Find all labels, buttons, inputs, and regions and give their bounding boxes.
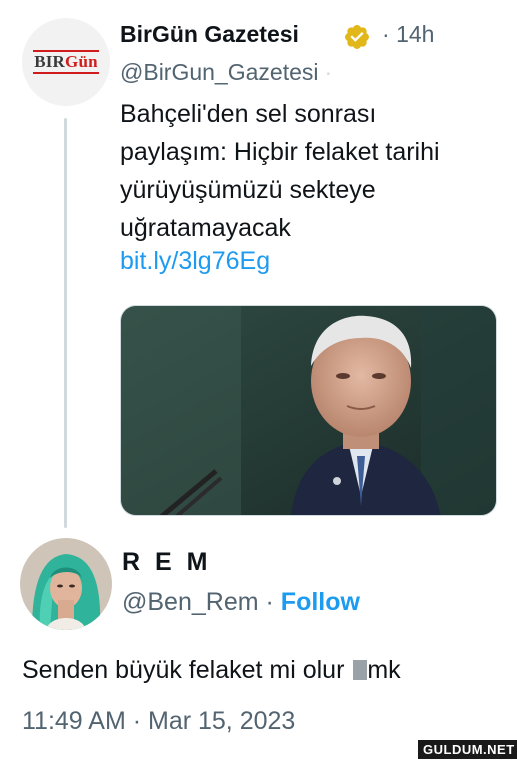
portrait-photo-icon [121,306,496,515]
birgun-logo: BIRGün [33,50,99,74]
verified-icon [345,25,369,49]
tweet-text: Bahçeli'den sel sonrası paylaşım: Hiçbir… [120,95,500,247]
user-handle: @Ben_Rem · Follow [122,588,360,617]
user-handle[interactable]: @BirGun_Gazetesi · [120,59,332,86]
thread-connector [64,118,67,528]
tweet-text: Senden büyük felaket mi olur mk [22,656,401,684]
tweet-text-line: yürüyüşümüzü sekteye [120,176,376,204]
censor-block [353,660,368,680]
tweet-photo[interactable] [120,305,497,516]
watermark: GULDUM.NET [418,740,517,759]
tweet-text-line: paylaşım: Hiçbir felaket tarihi [120,138,440,166]
user-photo-icon [20,538,112,630]
handle-text[interactable]: @Ben_Rem [122,588,259,616]
more-dot-icon: · [324,59,333,85]
display-name[interactable]: R E M [122,548,211,577]
birgun-avatar[interactable]: BIRGün [22,18,110,106]
tweet-timestamp[interactable]: 11:49 AM · Mar 15, 2023 [22,707,295,736]
tweet-link[interactable]: bit.ly/3lg76Eg [120,247,270,276]
tweet-time[interactable]: · 14h [382,21,434,48]
follow-button[interactable]: Follow [281,588,360,616]
tweet-text-line: Bahçeli'den sel sonrası [120,100,377,128]
display-name[interactable]: BirGün Gazetesi [120,21,299,48]
rem-avatar[interactable] [20,538,112,630]
tweet-text-line: uğratamayacak [120,214,291,242]
separator-dot: · [265,588,274,616]
